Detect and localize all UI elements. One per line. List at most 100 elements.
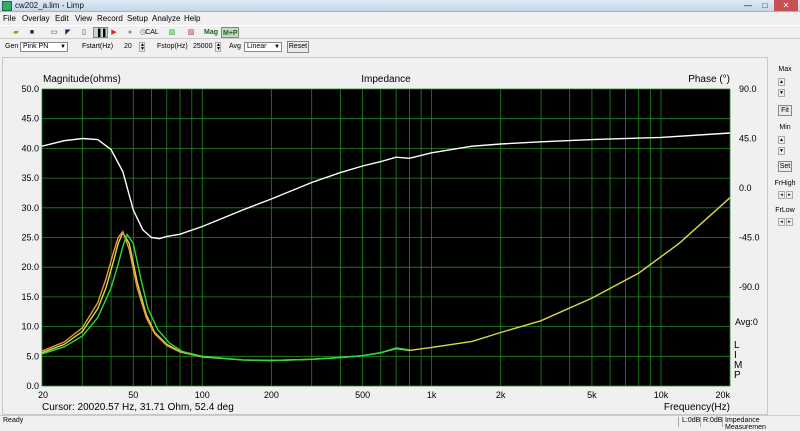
menu-record[interactable]: Record xyxy=(97,14,123,23)
x-tick-label: 100 xyxy=(195,390,210,400)
avg-select-value: Linear xyxy=(247,43,267,50)
phase-axis-label: Phase (°) xyxy=(688,74,730,85)
x-tick-label: 200 xyxy=(264,390,279,400)
fstart-label: Fstart(Hz) xyxy=(82,43,114,50)
chart-title: Impedance xyxy=(361,74,411,85)
phase-tick-label: -90.0 xyxy=(739,282,760,292)
menu-analyze[interactable]: Analyze xyxy=(152,14,180,23)
menu-view[interactable]: View xyxy=(75,14,92,23)
status-separator xyxy=(678,417,679,427)
mag-button[interactable]: Mag xyxy=(203,27,219,38)
play-icon[interactable]: ▶ xyxy=(108,27,120,38)
y-axis-label: Magnitude(ohms) xyxy=(43,74,121,85)
save-icon[interactable]: ■ xyxy=(26,27,38,38)
cursor-readout: Cursor: 20020.57 Hz, 31.71 Ohm, 52.4 deg xyxy=(42,402,234,413)
avg-label: Avg xyxy=(229,43,241,50)
fstart-value[interactable]: 20 xyxy=(124,43,132,50)
maximize-button[interactable]: □ xyxy=(757,0,773,11)
menu-bar: File Overlay Edit View Record Setup Anal… xyxy=(0,13,800,24)
gen-select[interactable]: Pink PN ▼ xyxy=(20,42,68,52)
x-tick-label: 50 xyxy=(128,390,138,400)
avg-readout: Avg:0 xyxy=(735,317,758,327)
frhigh-label: FrHigh xyxy=(774,180,796,187)
plot-panel: 0.0 5.0 10.0 15.0 20.0 25.0 30.0 35.0 40.0 45.0 50… xyxy=(2,57,768,415)
x-tick-label: 2k xyxy=(496,390,506,400)
chevron-down-icon: ▼ xyxy=(60,44,66,50)
fstop-spinner[interactable]: ▲ ▼ xyxy=(215,42,221,52)
x-tick-label: 10k xyxy=(654,390,669,400)
status-right-level: R:0dB xyxy=(703,417,723,424)
status-separator xyxy=(722,417,723,427)
new-document-icon[interactable]: ▭ xyxy=(48,27,60,38)
mag-phase-button[interactable]: M+P xyxy=(221,27,239,38)
app-icon xyxy=(2,1,12,11)
menu-file[interactable]: File xyxy=(3,14,16,23)
status-mode: Impedance Measuremen xyxy=(725,417,766,431)
phase-tick-label: 0.0 xyxy=(739,183,752,193)
phase-tick-label: -45.0 xyxy=(739,233,760,243)
x-tick-label: 500 xyxy=(355,390,370,400)
cursor-icon[interactable]: ◤ xyxy=(62,27,74,38)
fstop-label: Fstop(Hz) xyxy=(157,43,188,50)
x-tick-label: 20 xyxy=(38,390,48,400)
y-tick-label: 10.0 xyxy=(21,322,39,332)
fstart-spinner[interactable]: ▲ ▼ xyxy=(139,42,145,52)
reset-button[interactable]: Reset xyxy=(287,41,309,53)
y-tick-label: 50.0 xyxy=(21,84,39,94)
phase-tick-label: 45.0 xyxy=(739,134,757,144)
status-bar: Ready L:0dB R:0dB Impedance Measuremen xyxy=(0,415,800,431)
toolbar: ▰ ■ ▭ ◤ ▯ ▐▐ ▶ ● ◷ CAL ▧ ▨ Mag M+P xyxy=(0,25,800,39)
menu-edit[interactable]: Edit xyxy=(55,14,69,23)
frlow-right-arrow[interactable]: ▸ xyxy=(786,218,793,226)
x-tick-label: 5k xyxy=(587,390,597,400)
max-label: Max xyxy=(778,66,792,73)
y-tick-label: 45.0 xyxy=(21,114,39,124)
status-separator xyxy=(700,417,701,427)
frlow-left-arrow[interactable]: ◂ xyxy=(778,218,785,226)
min-down-arrow[interactable]: ▼ xyxy=(778,147,785,155)
impedance-chart[interactable]: 0.0 5.0 10.0 15.0 20.0 25.0 30.0 35.0 40.0 45.0 50… xyxy=(3,58,769,416)
open-folder-icon[interactable]: ▰ xyxy=(10,27,22,38)
max-up-arrow[interactable]: ▲ xyxy=(778,78,785,86)
y-tick-label: 15.0 xyxy=(21,292,39,302)
max-down-arrow[interactable]: ▼ xyxy=(778,89,785,97)
y-tick-label: 30.0 xyxy=(21,203,39,213)
menu-help[interactable]: Help xyxy=(184,14,200,23)
avg-select[interactable]: Linear ▼ xyxy=(244,42,282,52)
cal-button[interactable]: CAL xyxy=(145,27,159,38)
menu-setup[interactable]: Setup xyxy=(127,14,148,23)
min-up-arrow[interactable]: ▲ xyxy=(778,136,785,144)
fstop-value[interactable]: 25000 xyxy=(193,43,212,50)
status-left-level: L:0dB xyxy=(682,417,701,424)
graph-icon[interactable]: ▧ xyxy=(166,27,178,38)
record-icon[interactable]: ● xyxy=(124,27,136,38)
limp-letter: P xyxy=(734,370,741,381)
app-window: cw202_a.lim - Limp — □ ✕ File Overlay Ed… xyxy=(0,0,800,431)
chevron-down-icon: ▼ xyxy=(274,44,280,50)
y-tick-label: 20.0 xyxy=(21,262,39,272)
pause-button[interactable]: ▐▐ xyxy=(93,27,108,38)
file-icon[interactable]: ▯ xyxy=(78,27,90,38)
gen-label: Gen xyxy=(5,43,19,50)
y-tick-label: 25.0 xyxy=(21,233,39,243)
min-label: Min xyxy=(779,124,791,131)
phase-tick-label: 90.0 xyxy=(739,84,757,94)
window-title: cw202_a.lim - Limp xyxy=(15,1,84,10)
minimize-button[interactable]: — xyxy=(740,0,756,11)
close-button[interactable]: ✕ xyxy=(774,0,798,11)
x-tick-label: 1k xyxy=(427,390,437,400)
status-ready: Ready xyxy=(3,417,24,424)
y-tick-label: 35.0 xyxy=(21,173,39,183)
frhigh-right-arrow[interactable]: ▸ xyxy=(786,191,793,199)
y-tick-label: 40.0 xyxy=(21,143,39,153)
menu-overlay[interactable]: Overlay xyxy=(22,14,50,23)
set-button[interactable]: Set xyxy=(778,161,792,172)
phase-graph-icon[interactable]: ▨ xyxy=(185,27,197,38)
x-tick-label: 20k xyxy=(715,390,730,400)
frlow-label: FrLow xyxy=(775,207,795,214)
frhigh-left-arrow[interactable]: ◂ xyxy=(778,191,785,199)
title-bar: cw202_a.lim - Limp — □ ✕ xyxy=(0,0,800,12)
fit-button[interactable]: Fit xyxy=(778,105,792,116)
gen-select-value: Pink PN xyxy=(23,43,49,50)
side-panel: Max ▲ ▼ Fit Min ▲ ▼ Set FrHigh ◂ ▸ FrLow… xyxy=(770,57,800,415)
